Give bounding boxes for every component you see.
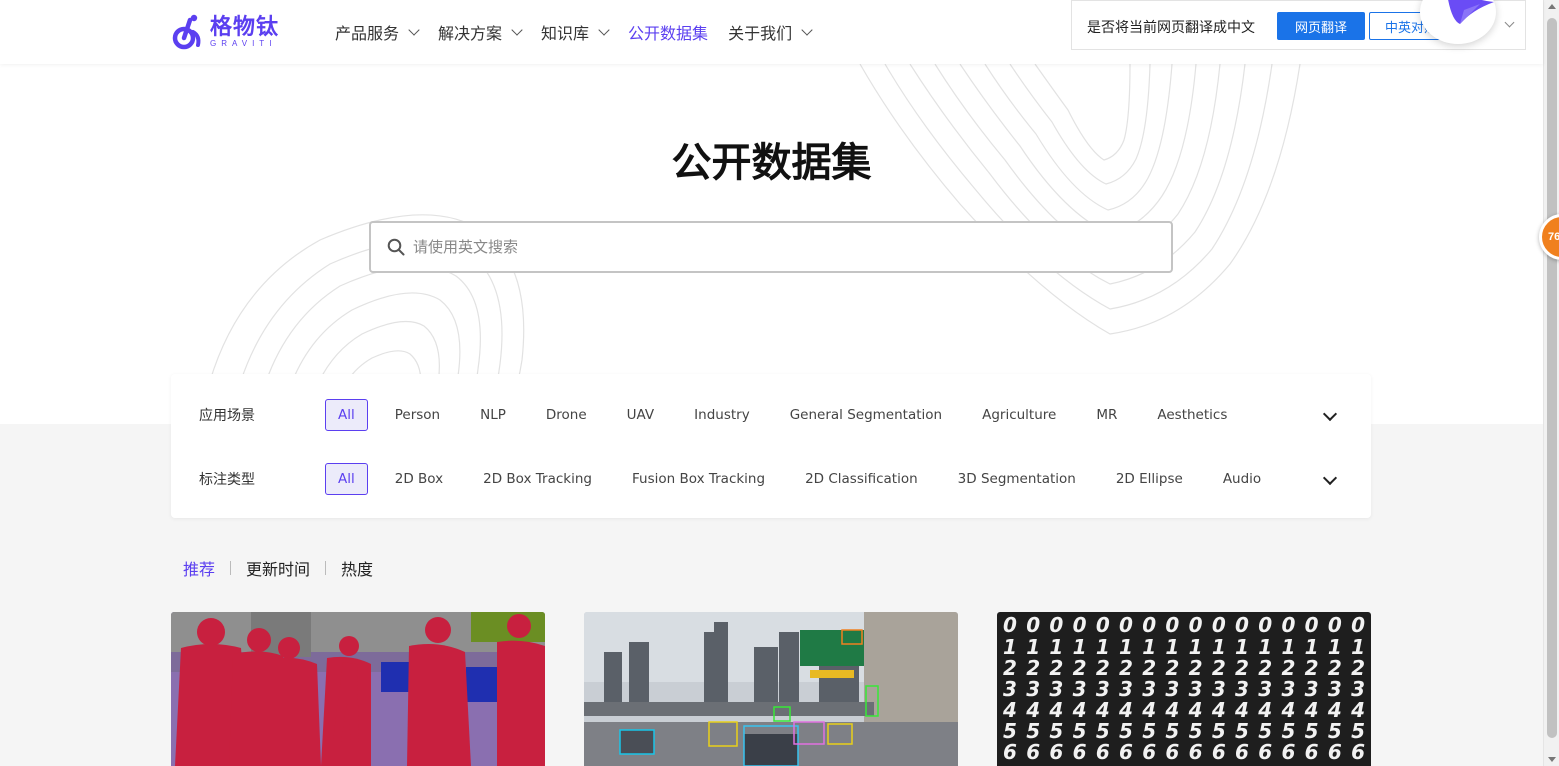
nav-item-solutions[interactable]: 解决方案 [438,20,523,44]
nav-label: 产品服务 [335,26,400,43]
chevron-down-icon [511,23,523,36]
scenario-chip-general-segmentation[interactable]: General Segmentation [777,399,955,431]
annotation-chip-fusion-box-tracking[interactable]: Fusion Box Tracking [619,463,778,495]
hero-section: 公开数据集 [0,64,1543,424]
nav-item-products[interactable]: 产品服务 [335,20,420,44]
graviti-logo-icon [172,14,201,50]
badge-count: 76 [1548,231,1559,243]
scenario-filter-label: 应用场景 [199,407,255,423]
dataset-search-box[interactable] [369,221,1173,273]
graviti-logo[interactable]: 格物钛 GRAVITI [170,12,279,52]
annotation-filter-row: 标注类型 All 2D Box 2D Box Tracking Fusion B… [171,459,1371,499]
dataset-card-1[interactable] [171,612,545,766]
sort-popularity[interactable]: 热度 [341,556,373,580]
annotation-chip-2d-ellipse[interactable]: 2D Ellipse [1103,463,1196,495]
main-nav: 产品服务 解决方案 知识库 公开数据集 关于我们 [335,0,831,64]
scenario-chip-all[interactable]: All [325,399,368,431]
scenario-chip-drone[interactable]: Drone [533,399,600,431]
scenario-filter-row: 应用场景 All Person NLP Drone UAV Industry G… [171,395,1371,435]
expand-chevron-icon[interactable] [1322,470,1338,486]
scenario-chip-agriculture[interactable]: Agriculture [969,399,1069,431]
translate-options-chevron-icon[interactable] [1504,17,1515,28]
scroll-up-arrow-icon[interactable] [1548,4,1556,9]
annotation-chip-2d-box[interactable]: 2D Box [382,463,456,495]
chevron-down-icon [801,23,813,36]
nav-item-knowledge[interactable]: 知识库 [541,20,610,44]
page-title: 公开数据集 [671,141,872,185]
scroll-down-arrow-icon[interactable] [1548,757,1556,762]
translate-page-button[interactable]: 网页翻译 [1277,12,1365,40]
scenario-chip-aesthetics[interactable]: Aesthetics [1144,399,1240,431]
page-scrollbar[interactable] [1543,0,1559,766]
scenario-chip-uav[interactable]: UAV [614,399,668,431]
scenario-chip-nlp[interactable]: NLP [467,399,519,431]
street-segmentation-image [171,612,545,766]
annotation-chip-all[interactable]: All [325,463,368,495]
nav-item-open-datasets[interactable]: 公开数据集 [628,20,708,44]
logo-chinese-text: 格物钛 [210,14,280,39]
sort-recommended[interactable]: 推荐 [183,556,215,580]
nav-label: 关于我们 [728,26,793,43]
scenario-chip-industry[interactable]: Industry [681,399,763,431]
sort-divider [325,561,327,575]
annotation-chip-audio[interactable]: Audio [1210,463,1274,495]
nav-label: 知识库 [541,26,590,43]
annotation-filter-label: 标注类型 [199,471,255,487]
dataset-card-2[interactable] [584,612,958,766]
annotation-chip-2d-classification[interactable]: 2D Classification [792,463,931,495]
nav-item-about[interactable]: 关于我们 [728,20,813,44]
dataset-card-3[interactable]: 0000000000000000 1111111111111111 222222… [997,612,1371,766]
annotation-chip-2d-box-tracking[interactable]: 2D Box Tracking [470,463,605,495]
nav-label: 解决方案 [438,26,503,43]
sort-updated-time[interactable]: 更新时间 [246,556,310,580]
nav-label: 公开数据集 [628,26,709,43]
translate-prompt: 是否将当前网页翻译成中文 [1087,19,1255,35]
expand-chevron-icon[interactable] [1322,406,1338,422]
handwritten-digits-image: 0000000000000000 1111111111111111 222222… [997,612,1371,766]
scenario-chip-person[interactable]: Person [382,399,453,431]
chevron-down-icon [408,23,420,36]
chevron-down-icon [598,23,610,36]
traffic-detection-image [584,612,958,766]
annotation-chips: All 2D Box 2D Box Tracking Fusion Box Tr… [325,463,1288,495]
annotation-chip-3d-segmentation[interactable]: 3D Segmentation [945,463,1089,495]
scroll-thumb[interactable] [1547,18,1557,738]
sort-divider [230,561,232,575]
scenario-chip-mr[interactable]: MR [1083,399,1130,431]
sort-tabs: 推荐 更新时间 热度 [183,556,373,580]
search-icon [387,238,405,256]
logo-english-text: GRAVITI [210,39,277,48]
search-input[interactable] [413,235,1153,259]
filter-panel: 应用场景 All Person NLP Drone UAV Industry G… [171,374,1371,518]
scenario-chips: All Person NLP Drone UAV Industry Genera… [325,399,1254,431]
